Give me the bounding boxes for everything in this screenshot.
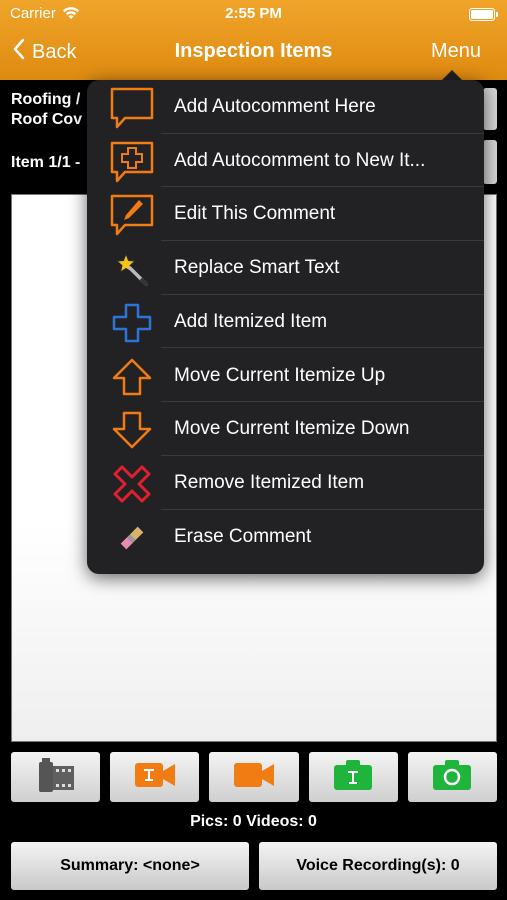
photo-button[interactable] [407,752,498,802]
menu-button[interactable]: Menu [431,40,481,63]
item-side-button[interactable] [483,140,497,184]
speech-bubble-icon [109,85,155,131]
menu-item-label: Erase Comment [174,525,312,547]
menu-item-label: Edit This Comment [174,203,336,225]
orange-video-camera-icon [232,760,276,795]
green-text-camera-icon [332,758,374,797]
orange-text-video-icon [133,760,177,795]
menu-item-erase-comment[interactable]: Erase Comment [87,510,484,564]
speech-bubble-pencil-icon [109,192,155,238]
menu-item-label: Add Autocomment Here [174,96,376,117]
top-bar: Carrier 2:55 PM Back Inspection Items Me… [0,0,507,80]
menu-item-label: Add Itemized Item [174,310,328,332]
magic-wand-icon [109,246,155,292]
media-toolbar [11,752,498,802]
menu-item-label: Move Current Itemize Up [174,364,386,386]
inspection-menu-popup: Add Autocomment Here Add Autocomment to … [87,80,484,574]
menu-item-edit-comment[interactable]: Edit This Comment [87,187,484,242]
menu-item-replace-smart-text[interactable]: Replace Smart Text [87,241,484,295]
section-side-button[interactable] [483,88,497,130]
menu-item-label: Remove Itemized Item [174,471,365,493]
arrow-down-icon [109,407,155,453]
menu-item-add-itemized[interactable]: Add Itemized Item [87,295,484,349]
menu-item-label: Replace Smart Text [174,257,340,279]
text-photo-button[interactable] [308,752,398,802]
menu-item-remove-itemized[interactable]: Remove Itemized Item [87,456,484,510]
battery-icon [469,8,498,21]
menu-item-move-down[interactable]: Move Current Itemize Down [87,402,484,456]
item-counter: Item 1/1 - [11,154,81,171]
menu-item-add-autocomment-here[interactable]: Add Autocomment Here [87,80,484,134]
green-camera-icon [431,758,473,797]
summary-button[interactable]: Summary: <none> [11,842,249,890]
film-roll-icon [36,756,76,799]
menu-item-move-up[interactable]: Move Current Itemize Up [87,349,484,403]
arrow-up-icon [109,354,155,400]
media-counts: Pics: 0 Videos: 0 [190,813,317,830]
status-bar: Carrier 2:55 PM [0,4,507,24]
section-path-line2: Roof Cov [11,111,83,128]
menu-item-label: Move Current Itemize Down [174,418,410,440]
plus-icon [109,300,155,346]
text-video-button[interactable] [110,752,200,802]
red-x-icon [109,461,155,507]
film-roll-button[interactable] [11,752,101,802]
clock: 2:55 PM [225,5,282,22]
voice-recording-button[interactable]: Voice Recording(s): 0 [259,842,497,890]
menu-item-label: Add Autocomment to New It... [174,149,426,171]
eraser-icon [109,515,155,561]
menu-item-add-autocomment-new[interactable]: Add Autocomment to New It... [87,134,484,188]
speech-bubble-plus-icon [109,139,155,185]
video-button[interactable] [209,752,299,802]
section-path-line1: Roofing / [11,91,81,108]
